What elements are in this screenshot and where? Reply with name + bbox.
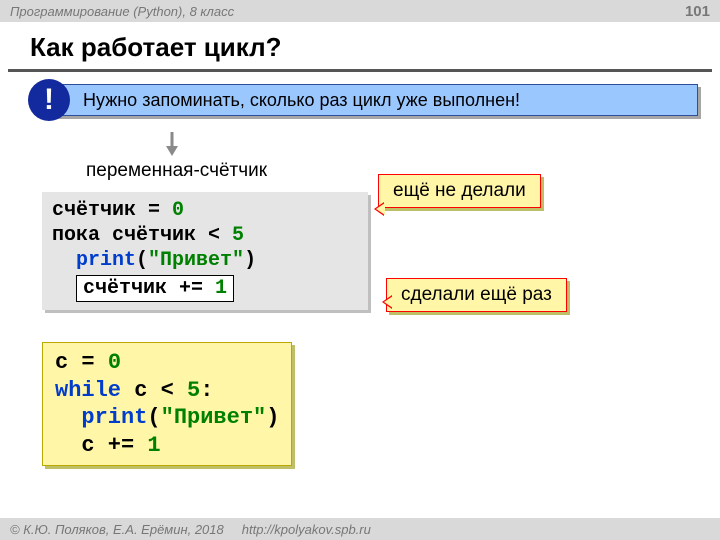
footer: © К.Ю. Поляков, Е.А. Ерёмин, 2018 http:/…	[0, 518, 720, 540]
slide-title: Как работает цикл?	[8, 22, 712, 72]
hint-not-done-yet: ещё не делали	[378, 174, 541, 208]
course-name: Программирование (Python), 8 класс	[10, 4, 234, 19]
increment-box: счётчик += 1	[76, 275, 234, 302]
python-code-block: c = 0 while c < 5: print("Привет") c += …	[42, 342, 292, 466]
code-line: счётчик += 1	[52, 273, 358, 302]
copyright-text: © К.Ю. Поляков, Е.А. Ерёмин, 2018	[10, 522, 224, 537]
pseudocode-block: счётчик = 0 пока счётчик < 5 print("Прив…	[42, 192, 368, 310]
page-number: 101	[685, 3, 710, 20]
arrow-down-icon	[165, 132, 179, 154]
code-line: while c < 5:	[55, 377, 279, 405]
code-line: счётчик = 0	[52, 198, 358, 223]
warning-mark: !	[44, 83, 54, 117]
hint-tail-icon	[374, 202, 384, 216]
warning-icon: !	[28, 79, 70, 121]
tip-row: Нужно запоминать, сколько раз цикл уже в…	[22, 82, 698, 120]
tip-text: Нужно запоминать, сколько раз цикл уже в…	[83, 90, 520, 111]
code-line: print("Привет")	[52, 248, 358, 273]
hint-tail-icon	[382, 295, 392, 309]
tip-bar: Нужно запоминать, сколько раз цикл уже в…	[54, 84, 698, 116]
code-line: print("Привет")	[55, 404, 279, 432]
hint-did-again: сделали ещё раз	[386, 278, 567, 312]
code-line: c = 0	[55, 349, 279, 377]
footer-url: http://kpolyakov.spb.ru	[242, 522, 371, 537]
counter-variable-label: переменная-счётчик	[86, 160, 267, 182]
code-line: пока счётчик < 5	[52, 223, 358, 248]
code-line: c += 1	[55, 432, 279, 460]
header-strip: Программирование (Python), 8 класс 101	[0, 0, 720, 22]
